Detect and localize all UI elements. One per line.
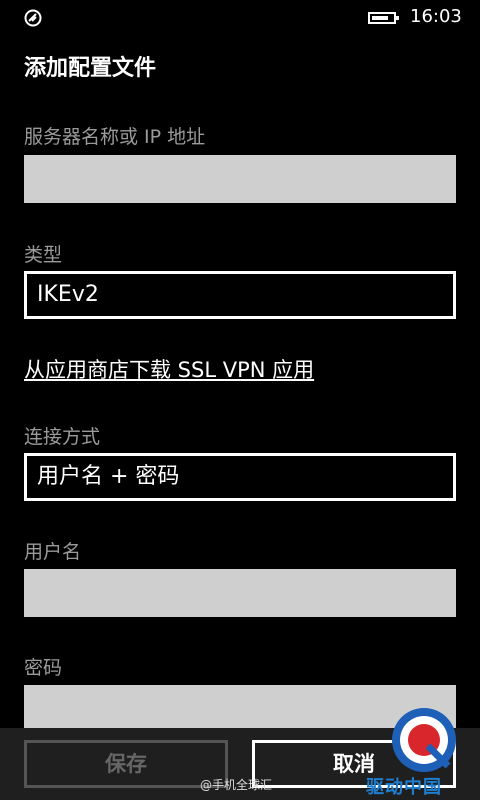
status-bar: 16:03 xyxy=(0,0,480,36)
type-label: 类型 xyxy=(24,244,63,266)
battery-icon xyxy=(368,12,399,24)
watermark-brand: 驱动中国 xyxy=(366,777,442,798)
save-button[interactable]: 保存 xyxy=(24,740,228,788)
watermark-text: @手机全球汇 xyxy=(200,778,273,792)
watermark-logo-icon xyxy=(392,708,456,772)
method-select[interactable]: 用户名 + 密码 xyxy=(24,453,456,501)
data-connection-icon xyxy=(24,9,42,27)
store-download-link[interactable]: 从应用商店下载 SSL VPN 应用 xyxy=(24,354,314,384)
username-label: 用户名 xyxy=(24,541,82,563)
server-input[interactable] xyxy=(24,155,456,203)
page-title: 添加配置文件 xyxy=(24,56,157,81)
clock: 16:03 xyxy=(410,6,462,27)
type-select[interactable]: IKEv2 xyxy=(24,271,456,319)
username-input[interactable] xyxy=(24,569,456,617)
method-label: 连接方式 xyxy=(24,426,101,448)
password-label: 密码 xyxy=(24,657,63,679)
server-label: 服务器名称或 IP 地址 xyxy=(24,126,206,148)
